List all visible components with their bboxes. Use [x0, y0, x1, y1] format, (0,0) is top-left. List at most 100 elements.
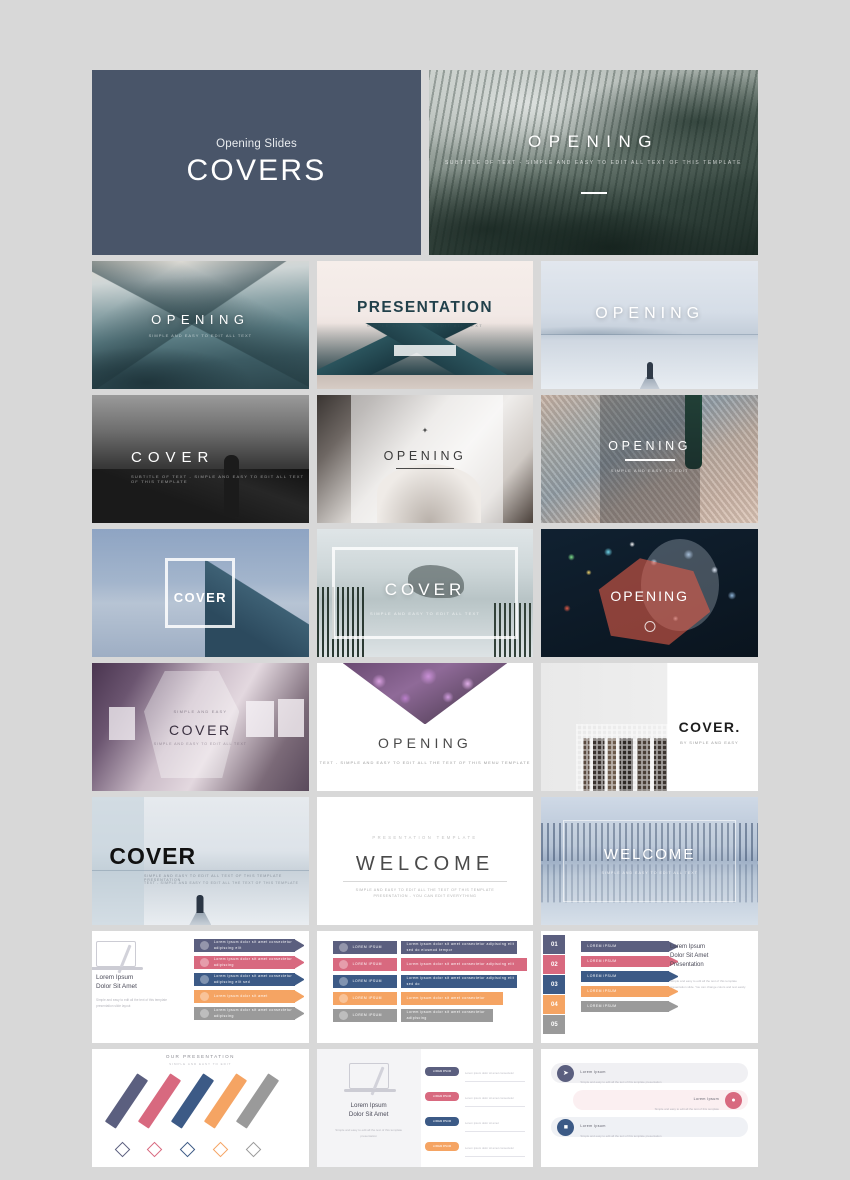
- flowers-headline: OPENING: [378, 734, 472, 751]
- winter-subtitle: SIMPLE AND EASY TO EDIT ALL TEXT: [601, 871, 698, 876]
- slide-row-5: SIMPLE AND EASY COVER SIMPLE AND EASY TO…: [92, 663, 759, 791]
- ig3-numbers: 01 02 03 04 05: [543, 935, 566, 1035]
- ig6-pill-3[interactable]: ■ Lorem Ipsum Simple and easy to edit al…: [551, 1117, 749, 1138]
- slide-welcome-winter[interactable]: WELCOME SIMPLE AND EASY TO EDIT ALL TEXT: [541, 797, 759, 925]
- slide-pavement-opening[interactable]: OPENING SIMPLE AND EASY TO EDIT: [541, 395, 759, 523]
- slide-welcome-white[interactable]: PRESENTATION TEMPLATE WELCOME SIMPLE AND…: [316, 797, 534, 925]
- ig1-bar-1[interactable]: Lorem ipsum dolor sit amet consectetur a…: [193, 939, 304, 952]
- circle-icon: [199, 958, 209, 967]
- welcome-headline: WELCOME: [355, 853, 495, 876]
- ig5-row-5[interactable]: LOREM IPSUMLorem ipsum dolor sit amet co…: [425, 1161, 525, 1167]
- ig1-bar-5[interactable]: Lorem ipsum dolor sit amet consectetur a…: [193, 1007, 304, 1020]
- slide-flowers-opening[interactable]: OPENING TEXT - SIMPLE AND EASY TO EDIT A…: [316, 663, 534, 791]
- ig5-row-4[interactable]: LOREM IPSUM Lorem ipsum dolor sit amet co…: [425, 1136, 526, 1157]
- slide-infographic-diagonal[interactable]: OUR PRESENTATION SIMPLE AND EASY TO EDIT: [92, 1049, 309, 1167]
- ig3-bar-3[interactable]: LOREM IPSUM: [581, 971, 679, 982]
- buildings-subtitle: BY SIMPLE AND EASY: [680, 739, 739, 745]
- ig2-row-3[interactable]: LOREM IPSUM Lorem ipsum dolor sit amet c…: [332, 975, 518, 992]
- slide-dark-cover[interactable]: COVER SUBTITLE OF TEXT - SIMPLE AND EASY…: [92, 395, 309, 523]
- ig1-description: Simple and easy to edit all the text of …: [96, 997, 168, 1008]
- slide-covers-title[interactable]: Opening Slides COVERS: [92, 70, 421, 255]
- presentation-plate: [394, 345, 456, 356]
- ig6-pill-1[interactable]: ➤ Lorem Ipsum Simple and easy to edit al…: [551, 1063, 749, 1084]
- slide-bokeh-opening[interactable]: OPENING: [541, 529, 759, 657]
- ig6-pill-2-title: Lorem Ipsum: [693, 1097, 720, 1102]
- ig4-title: OUR PRESENTATION: [165, 1054, 235, 1059]
- slide-buildings-cover[interactable]: COVER. BY SIMPLE AND EASY: [541, 663, 759, 791]
- fog-headline: COVER: [384, 580, 466, 600]
- ig2-rows: LOREM IPSUM Lorem ipsum dolor sit amet c…: [332, 941, 528, 1026]
- ig2-tag-2: LOREM IPSUM: [352, 961, 382, 966]
- ig5-rows: LOREM IPSUM Lorem ipsum dolor sit amet co…: [425, 1061, 526, 1167]
- ig5-tag-1: LOREM IPSUM: [425, 1067, 459, 1076]
- chevron-icon: [668, 1001, 679, 1012]
- ig2-body-5: Lorem ipsum dolor sit amet consectetur a…: [406, 1010, 486, 1020]
- slide-blue-frame-cover[interactable]: COVER: [92, 529, 309, 657]
- circle-icon: [199, 992, 209, 1001]
- slide-fog-frame-cover[interactable]: COVER SIMPLE AND EASY TO EDIT ALL TEXT: [316, 529, 534, 657]
- forest-subtitle: SUBTITLE OF TEXT - SIMPLE AND EASY TO ED…: [444, 159, 743, 166]
- ig3-bar-3-label: LOREM IPSUM: [587, 973, 617, 978]
- slide-mountain-opening[interactable]: OPENING SIMPLE AND EASY TO EDIT ALL TEXT: [92, 261, 309, 389]
- welcome-divider: [342, 881, 508, 883]
- slide-infographic-tags[interactable]: LOREM IPSUM Lorem ipsum dolor sit amet c…: [316, 931, 534, 1043]
- flowers-triangle: [342, 663, 508, 725]
- ig3-number-4: 04: [543, 995, 566, 1014]
- ig5-row-2[interactable]: LOREM IPSUM Lorem ipsum dolor sit amet co…: [425, 1086, 526, 1107]
- ig1-bar-2[interactable]: Lorem ipsum dolor sit amet consectetur a…: [193, 956, 304, 969]
- ig2-row-4[interactable]: LOREM IPSUM Lorem ipsum dolor sit amet c…: [332, 992, 518, 1009]
- user-icon: ●: [725, 1091, 743, 1109]
- slide-pier-cover[interactable]: COVER SIMPLE AND EASY TO EDIT ALL TEXT O…: [92, 797, 309, 925]
- ig4-diamond-4: [212, 1141, 229, 1158]
- book-divider: [396, 467, 454, 470]
- slide-infographic-arrows[interactable]: Lorem Ipsum Dolor Sit Amet Simple and ea…: [92, 931, 309, 1043]
- ig4-diamond-5: [245, 1141, 261, 1158]
- quill-icon: ✦: [421, 425, 429, 435]
- slide-book-opening[interactable]: ✦ OPENING: [316, 395, 534, 523]
- circle-icon: [338, 977, 348, 986]
- ig3-bar-5[interactable]: LOREM IPSUM: [581, 1001, 679, 1012]
- ig4-heading: OUR PRESENTATION SIMPLE AND EASY TO EDIT: [92, 1054, 309, 1066]
- slide-infographic-numbers[interactable]: 01 02 03 04 05 LOREM IPSUM LOREM IPSUM L…: [541, 931, 759, 1043]
- ig4-diamond-3: [179, 1141, 196, 1158]
- ig5-row-1[interactable]: LOREM IPSUM Lorem ipsum dolor sit amet co…: [425, 1061, 526, 1082]
- ig4-subtitle: SIMPLE AND EASY TO EDIT: [169, 1062, 232, 1066]
- dark-subtitle: SUBTITLE OF TEXT - SIMPLE AND EASY TO ED…: [131, 474, 305, 485]
- ig2-row-5[interactable]: LOREM IPSUM Lorem ipsum dolor sit amet c…: [332, 1009, 518, 1026]
- pavement-divider: [624, 459, 675, 461]
- forest-headline: OPENING: [528, 131, 659, 151]
- ig1-bar-3[interactable]: Lorem ipsum dolor sit amet consectetur a…: [193, 973, 304, 986]
- ig2-body-3: Lorem ipsum dolor sit amet consectetur a…: [406, 976, 515, 986]
- ig5-description: Simple and easy to edit all the text of …: [335, 1128, 403, 1138]
- ig3-title: Lorem Ipsum Dolor Sit Amet Presentation: [670, 944, 709, 968]
- slide-infographic-pills[interactable]: ➤ Lorem Ipsum Simple and easy to edit al…: [541, 1049, 759, 1167]
- slide-infographic-list[interactable]: Lorem Ipsum Dolor Sit Amet Simple and ea…: [316, 1049, 534, 1167]
- ig3-number-3: 03: [543, 975, 566, 994]
- slide-forest-opening[interactable]: OPENING SUBTITLE OF TEXT - SIMPLE AND EA…: [429, 70, 758, 255]
- ig1-bar-3-label: Lorem ipsum dolor sit amet consectetur a…: [213, 974, 293, 984]
- blue-headline: COVER: [173, 590, 227, 606]
- ig3-bars: LOREM IPSUM LOREM IPSUM LOREM IPSUM LORE…: [581, 941, 679, 1016]
- ig3-bar-1[interactable]: LOREM IPSUM: [581, 941, 679, 952]
- ig3-bar-4[interactable]: LOREM IPSUM: [581, 986, 679, 997]
- slide-presentation[interactable]: PRESENTATION SIMPLE AND EASY TO EDIT ALL…: [316, 261, 534, 389]
- ig2-body-1: Lorem ipsum dolor sit amet consectetur a…: [406, 942, 515, 952]
- ig5-row-3[interactable]: LOREM IPSUM Lorem ipsum dolor sit amet: [425, 1111, 526, 1132]
- ig5-text-4: Lorem ipsum dolor sit amet consectetur: [465, 1146, 514, 1150]
- ig2-row-2[interactable]: LOREM IPSUM Lorem ipsum dolor sit amet c…: [332, 958, 528, 975]
- ig3-bar-2[interactable]: LOREM IPSUM: [581, 956, 679, 967]
- ig3-number-2: 02: [543, 955, 566, 974]
- slide-row-2: OPENING SIMPLE AND EASY TO EDIT ALL TEXT…: [92, 261, 759, 389]
- pier-headline: OPENING: [595, 304, 705, 322]
- circle-icon: [338, 1011, 348, 1020]
- ig1-bar-4[interactable]: Lorem ipsum dolor sit amet: [193, 990, 304, 1003]
- room-headline: COVER: [168, 721, 232, 738]
- slide-room-cover[interactable]: SIMPLE AND EASY COVER SIMPLE AND EASY TO…: [92, 663, 309, 791]
- book-page: [377, 464, 482, 523]
- slide-row-4: COVER COVER SIMPLE AND EASY TO EDIT ALL …: [92, 529, 759, 657]
- slide-pier-opening[interactable]: OPENING: [541, 261, 759, 389]
- ig2-row-1[interactable]: LOREM IPSUM Lorem ipsum dolor sit amet c…: [332, 941, 518, 958]
- ig4-diamond-2: [147, 1141, 163, 1158]
- ig5-tag-2: LOREM IPSUM: [425, 1092, 459, 1101]
- ig6-pill-2[interactable]: Lorem Ipsum Simple and easy to edit all …: [573, 1090, 749, 1111]
